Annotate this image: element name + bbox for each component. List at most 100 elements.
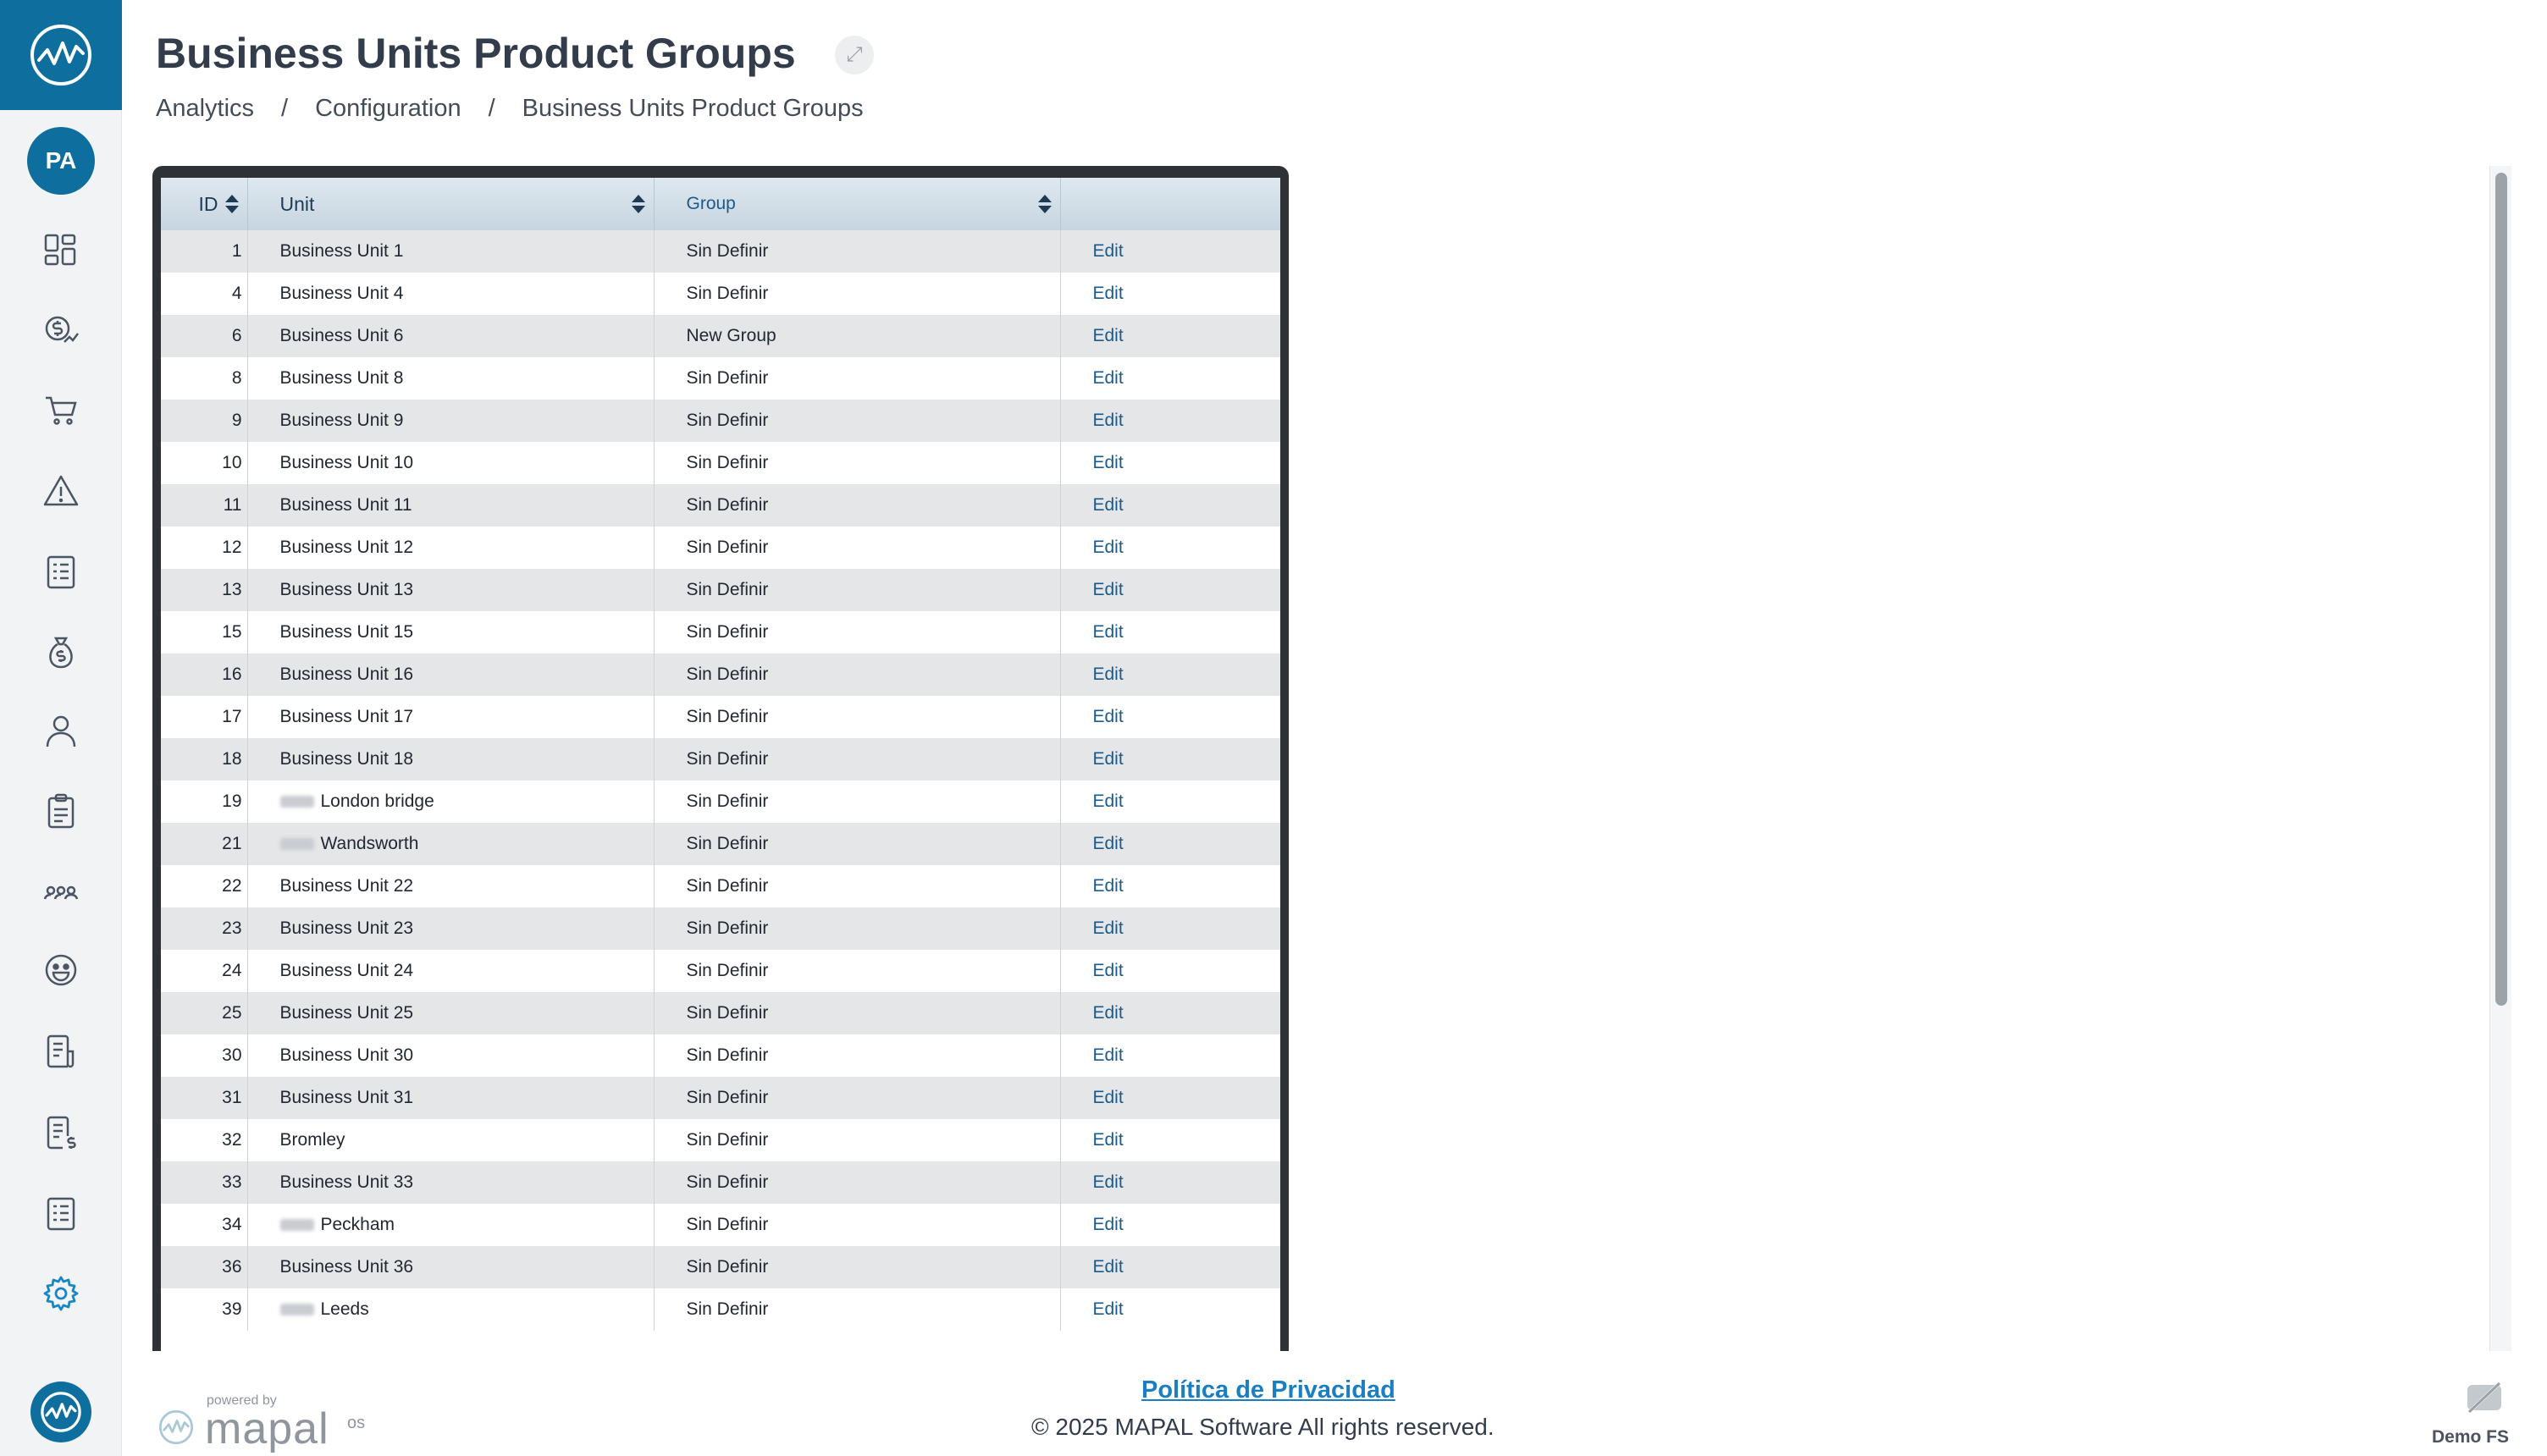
cell-id: 15 [161,611,248,654]
cell-group: Sin Definir [654,1034,1061,1077]
brand-suffix: os [347,1414,366,1432]
breadcrumb-item-configuration[interactable]: Configuration [315,95,461,123]
edit-link[interactable]: Edit [1060,357,1280,400]
privacy-policy-link[interactable]: Política de Privacidad [1141,1376,1395,1404]
edit-link[interactable]: Edit [1060,696,1280,738]
edit-link[interactable]: Edit [1060,273,1280,315]
edit-link[interactable]: Edit [1060,569,1280,611]
cell-group: Sin Definir [654,569,1061,611]
cell-id: 10 [161,442,248,484]
unit-name: Business Unit 22 [279,876,414,896]
money-bag-icon[interactable] [37,628,85,676]
user-avatar[interactable]: PA [27,127,95,195]
unit-name: Business Unit 17 [279,707,414,726]
breadcrumb-separator: / [488,95,495,122]
table-header-row: ID Unit Group [161,178,1280,230]
edit-link[interactable]: Edit [1060,907,1280,950]
dashboard-icon[interactable] [37,227,85,274]
expand-button[interactable]: ⤢ [835,36,874,74]
edit-link[interactable]: Edit [1060,230,1280,273]
alert-icon[interactable] [37,467,85,515]
column-header-group[interactable]: Group [654,178,1061,230]
money-growth-icon[interactable] [37,306,85,354]
cell-unit: Business Unit 11 [247,484,655,527]
cell-unit: Business Unit 13 [247,569,655,611]
cell-id: 9 [161,400,248,442]
edit-link[interactable]: Edit [1060,992,1280,1034]
table-panel: ID Unit Group 1 Business Unit 1 Sin Defini… [152,166,1289,1351]
unit-name: Business Unit 10 [279,453,414,472]
unit-name: Business Unit 36 [279,1257,414,1277]
cell-unit: Business Unit 1 [247,230,655,273]
mapal-home-button[interactable] [30,1382,91,1442]
edit-link[interactable]: Edit [1060,400,1280,442]
cell-group: Sin Definir [654,527,1061,569]
cell-id: 17 [161,696,248,738]
cell-id: 32 [161,1119,248,1161]
unit-name: Business Unit 24 [279,961,414,980]
edit-link[interactable]: Edit [1060,527,1280,569]
edit-link[interactable]: Edit [1060,823,1280,865]
cart-icon[interactable] [37,386,85,433]
cell-group: Sin Definir [654,696,1061,738]
edit-link[interactable]: Edit [1060,865,1280,907]
smile-icon[interactable] [37,946,85,994]
edit-link[interactable]: Edit [1060,611,1280,654]
cell-unit: Business Unit 30 [247,1034,655,1077]
cell-group: Sin Definir [654,992,1061,1034]
unit-name: Business Unit 8 [279,368,404,388]
cell-group: Sin Definir [654,1119,1061,1161]
cell-group: Sin Definir [654,780,1061,823]
clipboard-icon[interactable] [37,787,85,835]
cell-group: Sin Definir [654,907,1061,950]
unit-name: Business Unit 18 [279,749,414,769]
cell-group: Sin Definir [654,1161,1061,1204]
cell-unit: Business Unit 17 [247,696,655,738]
scrollbar[interactable] [2489,166,2511,1351]
cell-group: Sin Definir [654,484,1061,527]
edit-link[interactable]: Edit [1060,1204,1280,1246]
breadcrumb-item-analytics[interactable]: Analytics [156,95,254,123]
page-title: Business Units Product Groups [156,30,796,77]
checklist-icon[interactable] [37,1190,85,1238]
redacted-text [279,838,314,851]
table-row: 32 Bromley Sin Definir Edit [161,1119,1280,1161]
cell-unit: Business Unit 23 [247,907,655,950]
unit-name: Business Unit 30 [279,1045,414,1065]
edit-link[interactable]: Edit [1060,442,1280,484]
edit-link[interactable]: Edit [1060,780,1280,823]
edit-link[interactable]: Edit [1060,1034,1280,1077]
edit-link[interactable]: Edit [1060,1077,1280,1119]
sort-icon[interactable] [1037,195,1052,215]
cell-unit: Bromley [247,1119,655,1161]
column-header-id[interactable]: ID [161,178,248,230]
people-icon[interactable] [37,867,85,914]
edit-link[interactable]: Edit [1060,1246,1280,1288]
app-logo[interactable] [0,0,122,110]
edit-link[interactable]: Edit [1060,1161,1280,1204]
scrollbar-thumb[interactable] [2495,173,2507,1006]
user-icon[interactable] [37,708,85,755]
sort-icon[interactable] [631,195,645,215]
cell-id: 22 [161,865,248,907]
cell-group: Sin Definir [654,357,1061,400]
sort-icon[interactable] [224,195,239,215]
edit-link[interactable]: Edit [1060,484,1280,527]
edit-link[interactable]: Edit [1060,738,1280,780]
table-row: 6 Business Unit 6 New Group Edit [161,315,1280,357]
edit-link[interactable]: Edit [1060,1119,1280,1161]
column-header-unit[interactable]: Unit [247,178,655,230]
edit-link[interactable]: Edit [1060,315,1280,357]
eye-off-icon[interactable] [2464,1380,2505,1415]
edit-link[interactable]: Edit [1060,950,1280,992]
unit-name: Business Unit 4 [279,284,404,303]
cell-group: Sin Definir [654,400,1061,442]
invoice-icon[interactable] [37,1109,85,1156]
edit-link[interactable]: Edit [1060,654,1280,696]
unit-name: Wandsworth [320,834,419,853]
edit-link[interactable]: Edit [1060,1288,1280,1331]
settings-icon[interactable] [37,1270,85,1317]
cell-unit: Business Unit 9 [247,400,655,442]
report-icon[interactable] [37,1028,85,1075]
list-icon[interactable] [37,549,85,596]
